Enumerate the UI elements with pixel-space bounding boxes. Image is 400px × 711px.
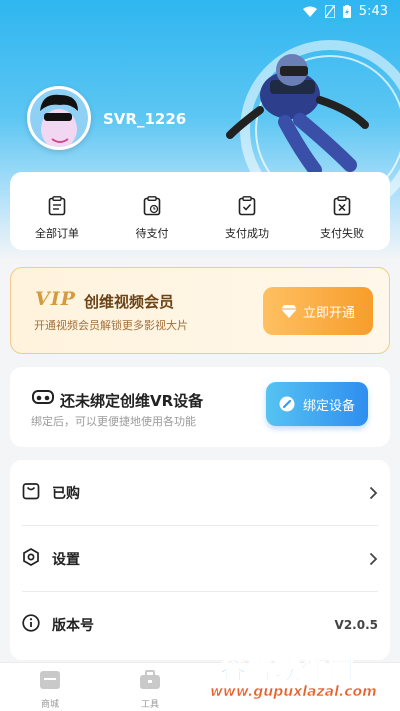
bag-icon	[22, 483, 40, 500]
order-pending-label: 待支付	[135, 227, 169, 240]
vr-headset-icon	[32, 390, 54, 404]
order-success-button[interactable]: 支付成功	[202, 196, 292, 241]
tab-tools-label: 工具	[140, 700, 159, 710]
settings-menu: 已购 设置 版本号 V2.0.5	[10, 460, 390, 660]
order-pending-button[interactable]: 待支付	[107, 196, 197, 241]
order-failed-label: 支付失败	[320, 227, 364, 240]
bind-device-subtitle: 绑定后，可以更便捷地使用各功能	[31, 415, 196, 428]
vip-open-label: 立即开通	[302, 305, 355, 321]
status-time: 5:43	[358, 4, 388, 19]
wifi-icon	[302, 6, 317, 17]
avatar-illustration	[30, 89, 88, 147]
chevron-right-icon	[369, 552, 378, 566]
store-icon	[40, 671, 60, 689]
info-icon	[22, 614, 40, 632]
username: SVR_1226	[103, 110, 187, 128]
bind-device-button[interactable]: 绑定设备	[266, 382, 368, 426]
vip-title: 创维视频会员	[84, 293, 175, 311]
tab-tools[interactable]: 工具	[120, 669, 180, 710]
bind-device-title: 还未绑定创维VR设备	[60, 392, 204, 410]
menu-label-purchased: 已购	[52, 486, 80, 502]
watermark: 谷普软件园 www.gupuxlazal.com	[210, 652, 400, 711]
clipboard-check-icon	[238, 196, 256, 216]
vip-logo: VIP	[35, 288, 76, 310]
vr-character-illustration	[226, 54, 369, 177]
watermark-title: 谷普软件园	[219, 656, 356, 687]
menu-label-settings: 设置	[52, 552, 80, 568]
toolbox-icon	[140, 670, 160, 689]
tab-store-label: 商城	[40, 700, 59, 710]
vip-subtitle: 开通视频会员解锁更多影视大片	[34, 319, 188, 332]
vip-open-button[interactable]: 立即开通	[263, 287, 373, 335]
watermark-url: www.gupuxlazal.com	[210, 684, 377, 701]
vip-banner[interactable]: VIP 创维视频会员 开通视频会员解锁更多影视大片 立即开通	[10, 267, 390, 354]
tab-store[interactable]: 商城	[20, 669, 80, 710]
order-panel: 全部订单 待支付 支付成功 支付失败	[10, 172, 390, 250]
menu-item-purchased[interactable]: 已购	[10, 460, 390, 526]
link-icon	[279, 396, 295, 412]
order-all-label: 全部订单	[35, 227, 79, 240]
diamond-icon	[280, 305, 297, 318]
menu-label-version: 版本号	[52, 618, 94, 634]
order-all-button[interactable]: 全部订单	[12, 196, 102, 241]
order-success-label: 支付成功	[225, 227, 269, 240]
battery-charging-icon	[342, 5, 351, 18]
chevron-right-icon	[369, 486, 378, 500]
clipboard-list-icon	[48, 196, 66, 216]
clipboard-clock-icon	[143, 196, 161, 216]
menu-item-version[interactable]: 版本号 V2.0.5	[10, 592, 390, 658]
bind-device-label: 绑定设备	[302, 398, 355, 414]
avatar[interactable]	[27, 86, 91, 150]
bind-device-card: 还未绑定创维VR设备 绑定后，可以更便捷地使用各功能 绑定设备	[10, 367, 390, 447]
version-value: V2.0.5	[334, 618, 378, 632]
status-bar: 5:43	[0, 0, 400, 24]
settings-icon	[23, 548, 39, 566]
no-sim-icon	[324, 5, 335, 18]
menu-item-settings[interactable]: 设置	[10, 526, 390, 592]
clipboard-x-icon	[333, 196, 351, 216]
order-failed-button[interactable]: 支付失败	[297, 196, 387, 241]
